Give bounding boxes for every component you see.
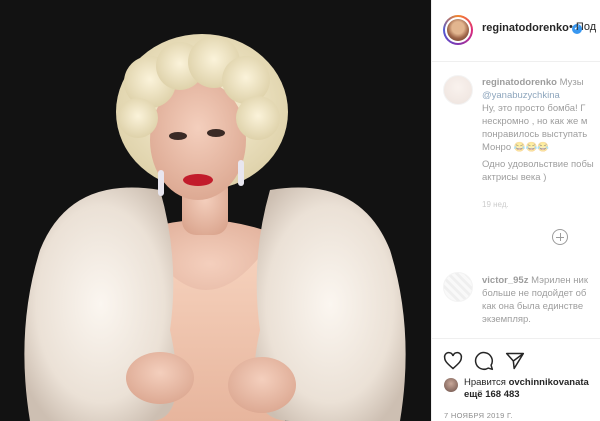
caption-line: актрисы века ): [482, 172, 547, 183]
liker-username[interactable]: ovchinnikovanata: [509, 377, 589, 388]
post-username-container: reginatodorenko ✓: [482, 22, 582, 34]
caption-timestamp[interactable]: 19 нед.: [482, 200, 509, 209]
caption-line: нескромно , но как же м: [482, 116, 588, 127]
paper-plane-icon[interactable]: [505, 351, 525, 371]
post-date: 7 НОЯБРЯ 2019 Г.: [444, 411, 513, 420]
caption-line: Монро 😂😂😂: [482, 142, 550, 153]
post-actions: Нравится ovchinnikovanata ещё 168 483 7 …: [432, 338, 600, 421]
profile-avatar[interactable]: [443, 15, 473, 45]
comment-bubble-icon[interactable]: [474, 351, 494, 371]
heart-icon[interactable]: [443, 351, 463, 371]
comment-line: экземпляр.: [482, 314, 531, 325]
caption-avatar[interactable]: [443, 75, 473, 105]
caption-username[interactable]: reginatodorenko: [482, 77, 557, 88]
comment-username[interactable]: victor_95z: [482, 275, 528, 286]
liker-avatar[interactable]: [444, 378, 458, 392]
likes-count[interactable]: ещё 168 483: [464, 389, 520, 400]
likes-text: Нравится ovchinnikovanata ещё 168 483: [464, 377, 589, 400]
caption-line: Одно удовольствие побы: [482, 159, 594, 170]
comment-line: больше не подойдет об: [482, 288, 587, 299]
comment-avatar[interactable]: [443, 272, 473, 302]
avatar-image: [447, 19, 469, 41]
comment-line: как она была единстве: [482, 301, 584, 312]
caption-line: Ну, это просто бомба! Г: [482, 103, 586, 114]
post-username-link[interactable]: reginatodorenko: [482, 22, 569, 34]
follow-button[interactable]: • Под: [569, 21, 596, 33]
post-header: reginatodorenko ✓ • Под: [432, 0, 600, 62]
comment-first-line: victor_95z Мэрилен ник: [482, 275, 589, 286]
plus-circle-icon[interactable]: [552, 229, 568, 245]
post-image-illustration: [0, 0, 431, 421]
post-photo[interactable]: [0, 0, 431, 421]
post-sidebar: reginatodorenko ✓ • Под reginatodorenko М…: [431, 0, 600, 421]
caption-mention[interactable]: @yanabuzychkina: [482, 89, 600, 102]
comments-section: reginatodorenko Музы @yanabuzychkina Ну,…: [432, 62, 600, 338]
caption-line: понравилось выступать: [482, 129, 588, 140]
caption-first-line: reginatodorenko Музы: [482, 77, 584, 88]
